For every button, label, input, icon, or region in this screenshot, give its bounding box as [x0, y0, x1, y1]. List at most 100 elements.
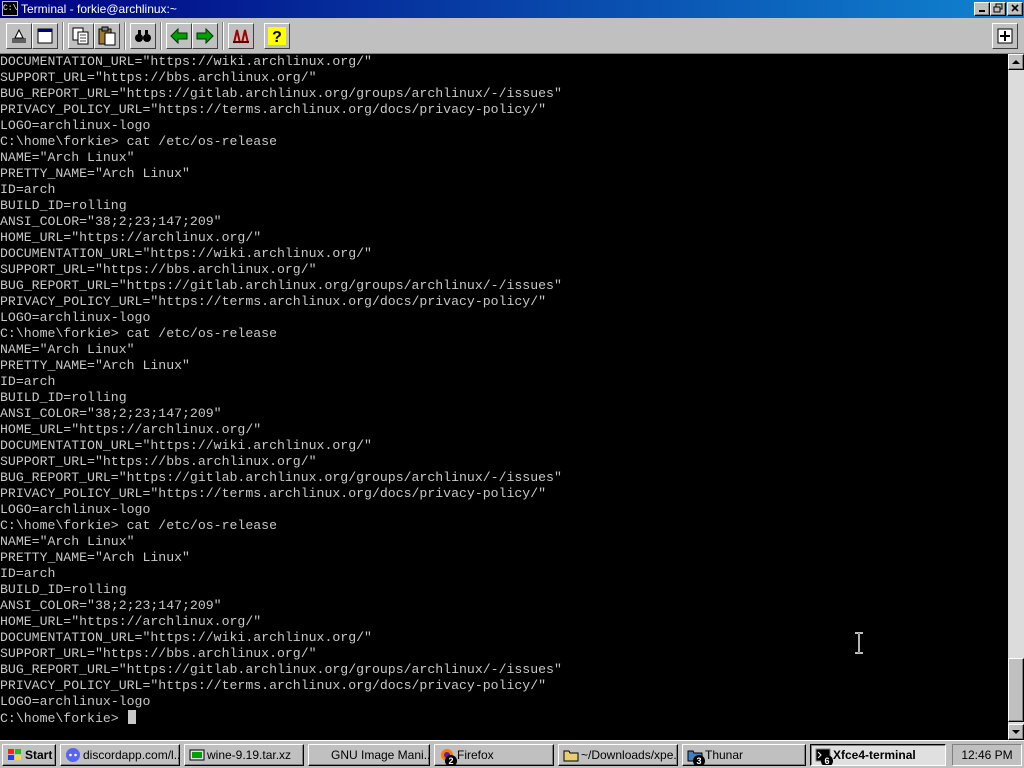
terminal-line: DOCUMENTATION_URL="https://wiki.archlinu… [0, 54, 372, 69]
terminal-line: HOME_URL="https://archlinux.org/" [0, 614, 262, 629]
text-cursor-ibeam-icon [855, 632, 863, 654]
terminal-line: NAME="Arch Linux" [0, 342, 135, 357]
font-button[interactable] [228, 23, 254, 49]
copy-icon [72, 27, 89, 45]
taskbar-item-label: Firefox [457, 748, 494, 762]
font-icon [233, 29, 249, 44]
taskbar-item-discord[interactable]: discordapp.com/l... [60, 744, 180, 766]
terminal-line: PRIVACY_POLICY_URL="https://terms.archli… [0, 678, 547, 693]
terminal-line: ID=arch [0, 374, 56, 389]
taskbar-item-label: Thunar [705, 748, 744, 762]
find-button[interactable] [130, 23, 156, 49]
terminal-line: NAME="Arch Linux" [0, 150, 135, 165]
terminal-line: C:\home\forkie> cat /etc/os-release [0, 134, 277, 149]
taskbar: Start discordapp.com/l... wine-9.19.tar.… [0, 740, 1024, 768]
terminal-line: PRIVACY_POLICY_URL="https://terms.archli… [0, 102, 547, 117]
taskbar-item-gimp[interactable]: GNU Image Mani... [308, 744, 430, 766]
terminal-line: BUG_REPORT_URL="https://gitlab.archlinux… [0, 662, 562, 677]
terminal-line: ANSI_COLOR="38;2;23;147;209" [0, 214, 222, 229]
terminal-line: LOGO=archlinux-logo [0, 694, 151, 709]
taskbar-item-label: Xfce4-terminal [833, 748, 916, 762]
restore-button[interactable] [990, 2, 1006, 16]
terminal-line: ANSI_COLOR="38;2;23;147;209" [0, 598, 222, 613]
scroll-thumb[interactable] [1008, 658, 1024, 722]
help-button[interactable]: ? [264, 23, 290, 49]
archive-icon [189, 749, 205, 761]
forward-icon [196, 27, 214, 45]
terminal-line: BUG_REPORT_URL="https://gitlab.archlinux… [0, 86, 562, 101]
arrow-down-icon [1012, 730, 1020, 734]
terminal-line: BUILD_ID=rolling [0, 582, 127, 597]
taskbar-item-wine-archive[interactable]: wine-9.19.tar.xz [184, 744, 304, 766]
start-button[interactable]: Start [2, 744, 56, 766]
find-icon [135, 30, 151, 42]
toolbar-separator [62, 22, 64, 50]
desktop: C:\ Terminal - forkie@archlinux:~ ? DOCU… [0, 0, 1024, 768]
vertical-scrollbar[interactable] [1008, 54, 1024, 740]
terminal-line: BUILD_ID=rolling [0, 198, 127, 213]
toolbar-separator [222, 22, 224, 50]
taskbar-item-terminal[interactable]: 6 Xfce4-terminal [810, 744, 946, 766]
taskbar-item-label: GNU Image Mani... [331, 748, 430, 762]
terminal-line: PRETTY_NAME="Arch Linux" [0, 358, 190, 373]
terminal-line: DOCUMENTATION_URL="https://wiki.archlinu… [0, 438, 372, 453]
paste-button[interactable] [94, 23, 120, 49]
terminal-line: SUPPORT_URL="https://bbs.archlinux.org/" [0, 646, 317, 661]
close-icon [1011, 4, 1019, 12]
folder-icon [563, 750, 579, 762]
windows-logo-icon [8, 749, 21, 760]
terminal-line: ID=arch [0, 182, 56, 197]
window-count-badge: 6 [821, 755, 833, 765]
start-label: Start [25, 748, 53, 762]
fullscreen-button[interactable] [32, 23, 58, 49]
properties-button[interactable] [992, 23, 1018, 49]
fullscreen-icon [37, 28, 53, 44]
scroll-up-button[interactable] [1008, 54, 1024, 70]
toolbar-separator [124, 22, 126, 50]
copy-button[interactable] [68, 23, 94, 49]
window-title: Terminal - forkie@archlinux:~ [21, 2, 177, 16]
paste-icon [98, 26, 116, 46]
terminal-line: ANSI_COLOR="38;2;23;147;209" [0, 406, 222, 421]
terminal-line: BUILD_ID=rolling [0, 390, 127, 405]
minimize-icon [979, 10, 985, 12]
scroll-down-button[interactable] [1008, 724, 1024, 740]
terminal-prompt: C:\home\forkie> [0, 711, 127, 726]
arrow-up-icon [1012, 60, 1020, 64]
mark-button[interactable] [6, 23, 32, 49]
title-bar[interactable]: C:\ Terminal - forkie@archlinux:~ [0, 0, 1024, 18]
taskbar-item-label: wine-9.19.tar.xz [207, 748, 292, 762]
taskbar-item-label: discordapp.com/l... [83, 748, 180, 762]
window-count-badge: 2 [445, 755, 457, 765]
restore-icon [993, 3, 1003, 13]
terminal-line: HOME_URL="https://archlinux.org/" [0, 230, 262, 245]
terminal-output[interactable]: DOCUMENTATION_URL="https://wiki.archlinu… [0, 54, 1008, 740]
taskbar-item-label: ~/Downloads/xpe... [581, 748, 678, 762]
terminal-line: PRIVACY_POLICY_URL="https://terms.archli… [0, 486, 547, 501]
help-icon: ? [268, 27, 286, 46]
toolbar: ? [0, 18, 1024, 54]
terminal-line: LOGO=archlinux-logo [0, 310, 151, 325]
taskbar-item-firefox[interactable]: 2 Firefox [434, 744, 554, 766]
taskbar-item-downloads[interactable]: ~/Downloads/xpe... [558, 744, 678, 766]
mark-icon [12, 28, 26, 43]
terminal-cursor [127, 710, 136, 724]
close-button[interactable] [1007, 2, 1023, 16]
forward-button[interactable] [192, 23, 218, 49]
terminal-prompt-line: C:\home\forkie> [0, 710, 562, 726]
back-icon [170, 27, 188, 45]
terminal-line: C:\home\forkie> cat /etc/os-release [0, 518, 277, 533]
system-tray-clock[interactable]: 12:46 PM [952, 744, 1022, 766]
back-button[interactable] [166, 23, 192, 49]
terminal-line: BUG_REPORT_URL="https://gitlab.archlinux… [0, 278, 562, 293]
terminal-line: SUPPORT_URL="https://bbs.archlinux.org/" [0, 262, 317, 277]
terminal-line: SUPPORT_URL="https://bbs.archlinux.org/" [0, 454, 317, 469]
properties-icon [997, 28, 1013, 44]
minimize-button[interactable] [974, 2, 990, 16]
terminal-line: DOCUMENTATION_URL="https://wiki.archlinu… [0, 246, 372, 261]
taskbar-item-thunar[interactable]: 3 Thunar [682, 744, 806, 766]
terminal-line: LOGO=archlinux-logo [0, 502, 151, 517]
discord-icon [66, 748, 80, 762]
terminal-app-icon[interactable]: C:\ [2, 1, 18, 16]
terminal-line: LOGO=archlinux-logo [0, 118, 151, 133]
